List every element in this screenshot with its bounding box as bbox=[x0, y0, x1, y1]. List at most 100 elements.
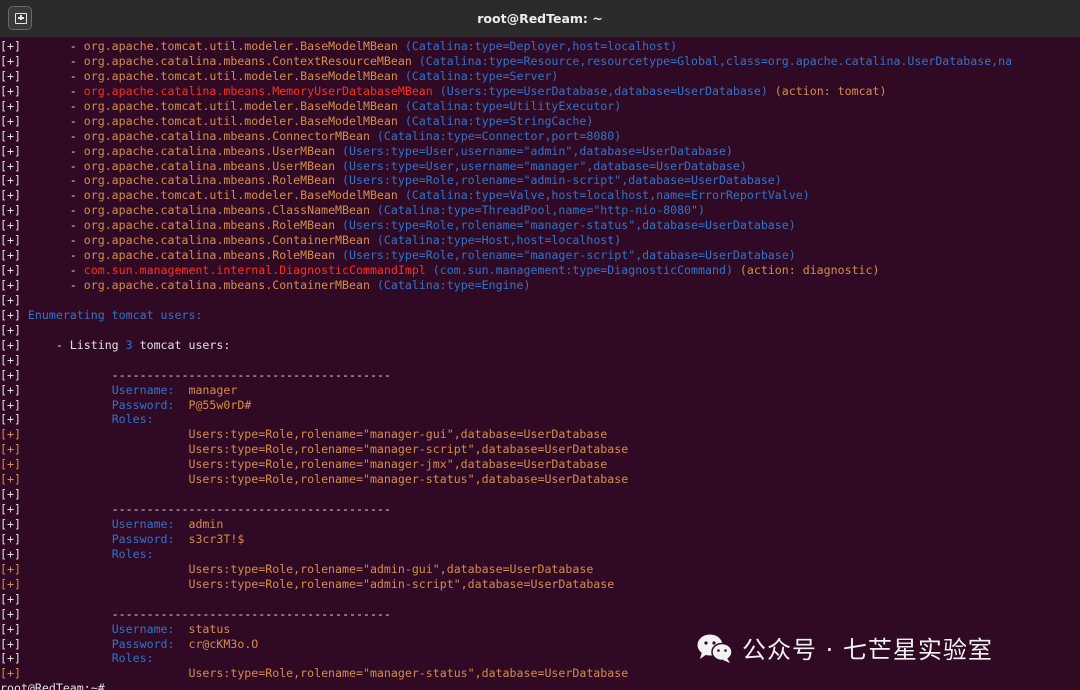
terminal-text-segment: [+] - bbox=[0, 143, 84, 158]
terminal-line: [+] - org.apache.tomcat.util.modeler.Bas… bbox=[0, 39, 1080, 54]
terminal-text-segment: [+] Users:type=Role,rolename="manager-st… bbox=[0, 472, 629, 487]
terminal-text-segment: Password: bbox=[111, 636, 175, 651]
terminal-text-segment: [+] bbox=[0, 636, 112, 651]
terminal-line: [+] Users:type=Role,rolename="manager-st… bbox=[0, 666, 1080, 681]
terminal-line: [+] Roles: bbox=[0, 412, 1080, 427]
terminal-line: [+] - org.apache.catalina.mbeans.RoleMBe… bbox=[0, 173, 1080, 188]
terminal-line: [+] - org.apache.tomcat.util.modeler.Bas… bbox=[0, 114, 1080, 129]
terminal-text-segment: [+] bbox=[0, 382, 112, 397]
terminal-text-segment: [+] bbox=[0, 322, 21, 337]
terminal-text-segment: Enumerating tomcat users: bbox=[27, 307, 203, 322]
terminal-text-segment: (Users:type=Role,rolename="admin-script"… bbox=[335, 173, 782, 188]
terminal-text-segment: [+] Users:type=Role,rolename="admin-scri… bbox=[0, 576, 615, 591]
terminal-line: [+] ------------------------------------… bbox=[0, 368, 1080, 383]
terminal-line: [+] - org.apache.catalina.mbeans.ClassNa… bbox=[0, 203, 1080, 218]
terminal-text-segment: status bbox=[174, 621, 231, 636]
terminal-text-segment: [+] - bbox=[0, 39, 84, 53]
terminal-text-segment: (Catalina:type=Engine) bbox=[369, 278, 531, 292]
terminal-line: [+] Username: admin bbox=[0, 517, 1080, 532]
window-title: root@RedTeam: ~ bbox=[477, 11, 603, 26]
terminal-text-segment: (Catalina:type=Server) bbox=[397, 68, 559, 83]
terminal-text-segment: [+] - bbox=[0, 278, 84, 292]
terminal-line: [+] bbox=[0, 323, 1080, 338]
terminal-text-segment: (Catalina:type=Resource,resourcetype=Glo… bbox=[411, 53, 1013, 68]
terminal-text-segment: org.apache.catalina.mbeans.UserMBean bbox=[83, 143, 336, 158]
terminal-text-segment: Roles: bbox=[111, 546, 154, 561]
terminal-text-segment: (Catalina:type=UtilityExecutor) bbox=[397, 98, 622, 113]
terminal-text-segment: [+] bbox=[0, 487, 21, 502]
terminal-text-segment: org.apache.tomcat.util.modeler.BaseModel… bbox=[83, 39, 398, 53]
terminal-text-segment: [+] - bbox=[0, 173, 84, 188]
terminal-line: [+] - org.apache.catalina.mbeans.UserMBe… bbox=[0, 144, 1080, 159]
terminal-text-segment: (action: tomcat) bbox=[767, 83, 887, 98]
terminal-text-segment: org.apache.catalina.mbeans.RoleMBean bbox=[83, 173, 336, 188]
terminal-line: [+] - org.apache.catalina.mbeans.Contain… bbox=[0, 278, 1080, 293]
terminal-text-segment: [+] bbox=[0, 517, 112, 531]
terminal-line: [+] - org.apache.tomcat.util.modeler.Bas… bbox=[0, 99, 1080, 114]
terminal-text-segment: [+] bbox=[0, 412, 112, 427]
terminal-text-segment: (Catalina:type=Deployer,host=localhost) bbox=[397, 39, 678, 53]
terminal-text-segment: [+] bbox=[0, 621, 112, 636]
wechat-icon bbox=[697, 634, 733, 663]
terminal-text-segment: admin bbox=[174, 517, 224, 531]
terminal-text-segment: [+] Users:type=Role,rolename="admin-gui"… bbox=[0, 561, 594, 576]
terminal-text-segment: (Catalina:type=Connector,port=8080) bbox=[369, 128, 622, 143]
terminal-line: [+] bbox=[0, 487, 1080, 502]
terminal-line: [+] ------------------------------------… bbox=[0, 502, 1080, 517]
terminal-text-segment: org.apache.catalina.mbeans.UserMBean bbox=[83, 158, 336, 173]
terminal-text-segment: [+] - bbox=[0, 128, 84, 143]
terminal-text-segment: (Users:type=Role,rolename="manager-statu… bbox=[335, 218, 796, 233]
terminal-line: [+] Users:type=Role,rolename="admin-scri… bbox=[0, 577, 1080, 592]
terminal-text-segment: [+] bbox=[0, 591, 21, 606]
terminal-text-segment: org.apache.catalina.mbeans.MemoryUserDat… bbox=[83, 83, 433, 98]
watermark-text: 公众号 · 七芒星实验室 bbox=[742, 636, 993, 664]
terminal-text-segment: s3cr3T!$ bbox=[174, 531, 245, 546]
terminal-text-segment: [+] - bbox=[0, 263, 84, 278]
terminal-text-segment: [+] bbox=[0, 546, 112, 561]
terminal-text-segment: Username: bbox=[111, 382, 175, 397]
terminal-text-segment: (Catalina:type=StringCache) bbox=[397, 113, 594, 128]
terminal-text-segment: [+] Users:type=Role,rolename="manager-sc… bbox=[0, 442, 629, 457]
terminal-text-segment: [+] - bbox=[0, 98, 84, 113]
terminal-text-segment: org.apache.catalina.mbeans.ContainerMBea… bbox=[83, 233, 370, 248]
terminal-text-segment: [+] Users:type=Role,rolename="manager-jm… bbox=[0, 457, 608, 472]
terminal-text-segment: [+] - bbox=[0, 158, 84, 173]
terminal-text-segment: (Users:type=Role,rolename="manager-scrip… bbox=[335, 248, 796, 263]
terminal-line: [+] - org.apache.catalina.mbeans.RoleMBe… bbox=[0, 218, 1080, 233]
terminal-line: [+] - org.apache.catalina.mbeans.Context… bbox=[0, 54, 1080, 69]
title-bar: root@RedTeam: ~ bbox=[0, 0, 1080, 38]
terminal-line: [+] - org.apache.tomcat.util.modeler.Bas… bbox=[0, 188, 1080, 203]
terminal-text-segment: Password: bbox=[111, 397, 175, 412]
terminal-text-segment: org.apache.catalina.mbeans.RoleMBean bbox=[83, 248, 336, 263]
terminal-text-segment: com.sun.management.internal.DiagnosticCo… bbox=[83, 263, 426, 278]
terminal-text-segment: (action: diagnostic) bbox=[732, 263, 880, 278]
terminal-line: [+] - org.apache.catalina.mbeans.MemoryU… bbox=[0, 84, 1080, 99]
terminal-text-segment: [+] - bbox=[0, 218, 84, 233]
terminal-text-segment: (Users:type=User,username="admin",databa… bbox=[335, 143, 733, 158]
terminal-text-segment: [+] bbox=[0, 292, 21, 307]
terminal-text-segment: org.apache.catalina.mbeans.ContextResour… bbox=[83, 53, 412, 68]
terminal-text-segment: org.apache.tomcat.util.modeler.BaseModel… bbox=[83, 98, 398, 113]
terminal-text-segment: [+] bbox=[0, 307, 28, 322]
terminal-text-segment: [+] - bbox=[0, 248, 84, 263]
terminal-text-segment: cr@cKM3o.O bbox=[174, 636, 259, 651]
terminal-text-segment: [+] ------------------------------------… bbox=[0, 606, 391, 621]
terminal-line: [+] Roles: bbox=[0, 547, 1080, 562]
terminal-text-segment: Roles: bbox=[111, 412, 154, 427]
terminal-text-segment: [+] - bbox=[0, 203, 84, 218]
terminal-text-segment: [+] Users:type=Role,rolename="manager-gu… bbox=[0, 427, 608, 442]
terminal-text-segment: [+] bbox=[0, 352, 21, 367]
terminal-text-segment: org.apache.tomcat.util.modeler.BaseModel… bbox=[83, 188, 398, 203]
terminal-text-segment: [+] Users:type=Role,rolename="manager-st… bbox=[0, 666, 629, 681]
terminal-text-segment: (Users:type=UserDatabase,database=UserDa… bbox=[432, 83, 768, 98]
terminal-line: [+] Username: manager bbox=[0, 383, 1080, 398]
terminal-line: [+] Users:type=Role,rolename="manager-jm… bbox=[0, 457, 1080, 472]
terminal-line: [+] Password: P@55w0rD# bbox=[0, 398, 1080, 413]
terminal-text-segment: (Users:type=User,username="manager",data… bbox=[335, 158, 747, 173]
terminal-text-segment: (Catalina:type=ThreadPool,name="http-nio… bbox=[369, 203, 705, 218]
terminal-text-segment: [+] - bbox=[0, 113, 84, 128]
terminal-line: [+] - org.apache.catalina.mbeans.UserMBe… bbox=[0, 159, 1080, 174]
terminal-text-segment: org.apache.catalina.mbeans.RoleMBean bbox=[83, 218, 336, 233]
terminal-text-segment: [+] ------------------------------------… bbox=[0, 367, 391, 382]
terminal-output[interactable]: [+] - org.apache.tomcat.util.modeler.Bas… bbox=[0, 39, 1080, 690]
